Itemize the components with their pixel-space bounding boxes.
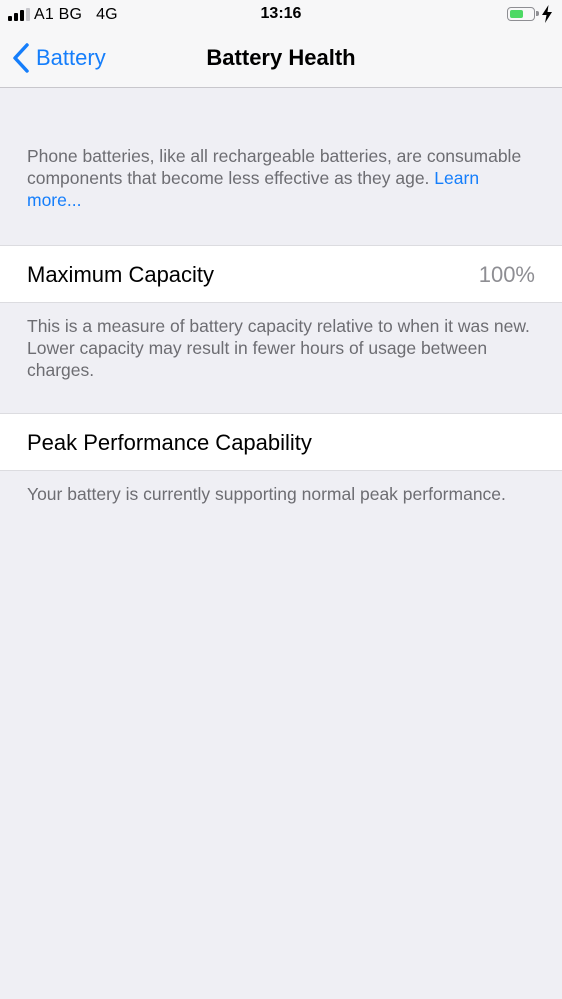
maximum-capacity-row: Maximum Capacity 100% <box>0 245 562 303</box>
page-title: Battery Health <box>206 45 356 70</box>
maximum-capacity-value: 100% <box>478 262 535 287</box>
maximum-capacity-description: This is a measure of battery capacity re… <box>27 316 530 380</box>
status-bar: A1 BG 4G 13:16 <box>0 0 562 30</box>
intro-description: Phone batteries, like all rechargeable b… <box>27 145 532 211</box>
peak-performance-label: Peak Performance Capability <box>27 430 312 455</box>
peak-performance-description: Your battery is currently supporting nor… <box>27 484 506 504</box>
maximum-capacity-label: Maximum Capacity <box>27 262 215 287</box>
peak-performance-row: Peak Performance Capability <box>0 413 562 471</box>
battery-icon <box>507 7 539 21</box>
battery-nub <box>536 11 539 16</box>
navigation-bar: Battery Battery Health <box>0 30 562 88</box>
status-time: 13:16 <box>260 5 302 22</box>
battery-level-fill <box>510 10 523 18</box>
charging-bolt-icon <box>542 5 552 23</box>
